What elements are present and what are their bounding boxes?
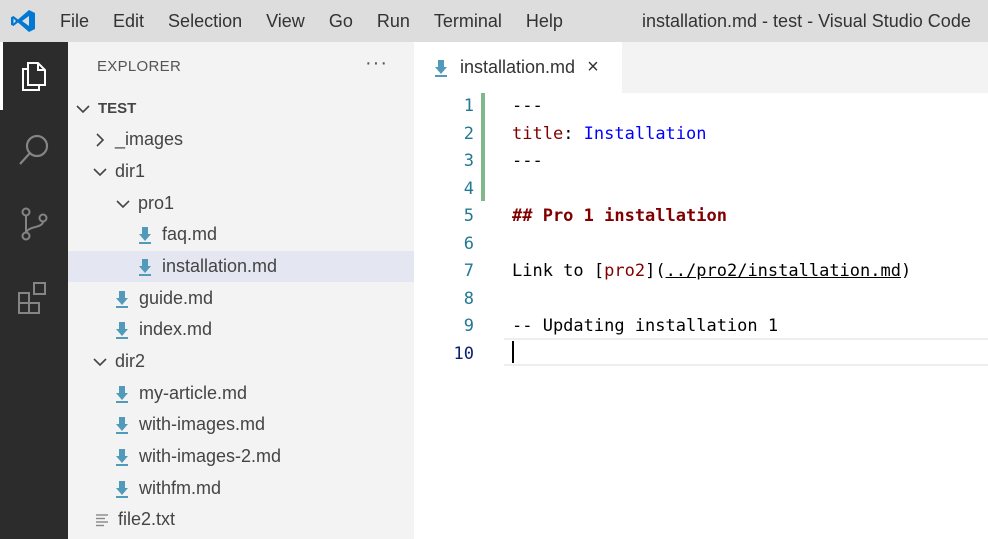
tree-item-withfm-md[interactable]: withfm.md	[68, 473, 461, 504]
tree-item-file2-txt[interactable]: file2.txt	[68, 504, 441, 535]
tree-item-label: _images	[115, 129, 184, 149]
explorer-header: EXPLORER	[97, 58, 182, 75]
line-number: 7	[463, 261, 474, 281]
chevron-right-icon	[93, 132, 107, 147]
code-line-5-heading: ## Pro 1 installation	[512, 206, 727, 226]
line-number: 8	[463, 289, 474, 309]
menu-bar: File Edit Selection View Go Run Terminal…	[48, 0, 575, 42]
menu-go[interactable]: Go	[317, 0, 365, 42]
link-mid: ](	[645, 261, 666, 281]
tab-bar: installation.md ×	[414, 42, 988, 93]
markdown-file-icon	[115, 480, 131, 498]
code-line-1: ---	[512, 96, 543, 116]
link-url[interactable]: ../pro2/installation.md	[666, 261, 901, 281]
line-number: 2	[463, 124, 474, 144]
line-number: 9	[463, 316, 474, 336]
tree-item-dir2[interactable]: dir2	[68, 346, 439, 377]
markdown-file-icon	[138, 258, 154, 276]
tree-root-test[interactable]: TEST	[68, 93, 422, 124]
activity-source-control[interactable]	[0, 190, 68, 258]
tree-item-label: installation.md	[162, 256, 278, 276]
frontmatter-value: Installation	[583, 124, 707, 144]
more-actions-icon[interactable]: ···	[365, 52, 388, 75]
tree-item-images[interactable]: _images	[68, 124, 439, 155]
chevron-down-icon	[93, 357, 107, 367]
files-icon	[22, 62, 46, 91]
tree-item-label: dir1	[115, 161, 146, 181]
tree-item-dir1[interactable]: dir1	[68, 156, 439, 187]
link-open: Link to [	[512, 261, 605, 281]
menu-file[interactable]: File	[48, 0, 101, 42]
tree-item-label: withfm.md	[139, 478, 222, 498]
frontmatter-separator: :	[563, 124, 584, 144]
markdown-file-icon	[115, 385, 131, 403]
tree-item-index-md[interactable]: index.md	[68, 314, 461, 345]
tree-item-label: dir2	[115, 351, 146, 371]
menu-view[interactable]: View	[254, 0, 317, 42]
activity-search[interactable]	[0, 116, 68, 184]
code-line-3: ---	[512, 151, 543, 171]
chevron-down-icon	[116, 199, 130, 209]
chevron-down-icon	[76, 104, 90, 114]
link-close: )	[900, 261, 912, 281]
close-icon[interactable]: ×	[587, 56, 599, 79]
markdown-file-icon	[115, 416, 131, 434]
line-number: 3	[463, 151, 474, 171]
line-number: 4	[463, 179, 474, 199]
activity-extensions[interactable]	[0, 264, 68, 332]
line-number: 6	[463, 234, 474, 254]
activity-bar	[0, 42, 68, 539]
markdown-file-icon	[434, 59, 450, 77]
tree-item-pro1[interactable]: pro1	[68, 188, 462, 219]
code-editor[interactable]: 1 2 3 4 5 6 7 8 9 10 --- title: Installa…	[414, 93, 988, 539]
chevron-down-icon	[93, 167, 107, 177]
tree-item-with-images-md[interactable]: with-images.md	[68, 409, 461, 440]
menu-help[interactable]: Help	[514, 0, 575, 42]
window-title: installation.md - test - Visual Studio C…	[642, 11, 971, 31]
code-line-9: -- Updating installation 1	[512, 316, 779, 336]
line-number: 1	[463, 96, 474, 116]
text-file-icon	[95, 512, 109, 528]
markdown-file-icon	[115, 321, 131, 339]
title-bar: File Edit Selection View Go Run Terminal…	[0, 0, 988, 42]
code-line-2: title: Installation	[512, 124, 707, 144]
tree-item-label: faq.md	[162, 224, 218, 244]
tab-installation-md[interactable]: installation.md ×	[414, 42, 622, 93]
gutter-added-marker	[481, 93, 485, 201]
tree-item-label: my-article.md	[139, 383, 248, 403]
markdown-file-icon	[115, 290, 131, 308]
tree-item-label: index.md	[139, 319, 213, 339]
tree-item-guide-md[interactable]: guide.md	[68, 283, 461, 314]
text-cursor	[512, 341, 514, 363]
frontmatter-key: title	[512, 124, 564, 144]
vscode-logo-icon[interactable]	[10, 9, 36, 33]
tree-item-label: pro1	[138, 193, 175, 213]
markdown-file-icon	[115, 448, 131, 466]
source-control-icon	[21, 207, 48, 241]
code-line-7: Link to [pro2](../pro2/installation.md)	[512, 261, 911, 281]
tree-item-with-images-2-md[interactable]: with-images-2.md	[68, 441, 461, 472]
line-number-current: 10	[453, 344, 474, 364]
markdown-file-icon	[138, 226, 154, 244]
explorer-sidebar: EXPLORER ··· TEST _images dir1 pro1 faq.…	[68, 42, 484, 539]
tree-item-label: guide.md	[139, 288, 214, 308]
line-number: 5	[463, 206, 474, 226]
current-line-highlight	[504, 338, 988, 366]
tree-item-label: with-images-2.md	[139, 446, 282, 466]
menu-selection[interactable]: Selection	[156, 0, 254, 42]
search-icon	[19, 134, 49, 165]
activity-explorer[interactable]	[0, 42, 68, 110]
menu-run[interactable]: Run	[365, 0, 422, 42]
link-text: pro2	[604, 261, 646, 281]
extensions-icon	[18, 282, 46, 314]
menu-terminal[interactable]: Terminal	[422, 0, 514, 42]
tree-item-my-article-md[interactable]: my-article.md	[68, 378, 461, 409]
menu-edit[interactable]: Edit	[101, 0, 156, 42]
tree-item-label: with-images.md	[139, 414, 266, 434]
root-folder-label: TEST	[98, 100, 137, 117]
tree-item-label: file2.txt	[118, 509, 176, 529]
tab-label: installation.md	[460, 57, 576, 77]
